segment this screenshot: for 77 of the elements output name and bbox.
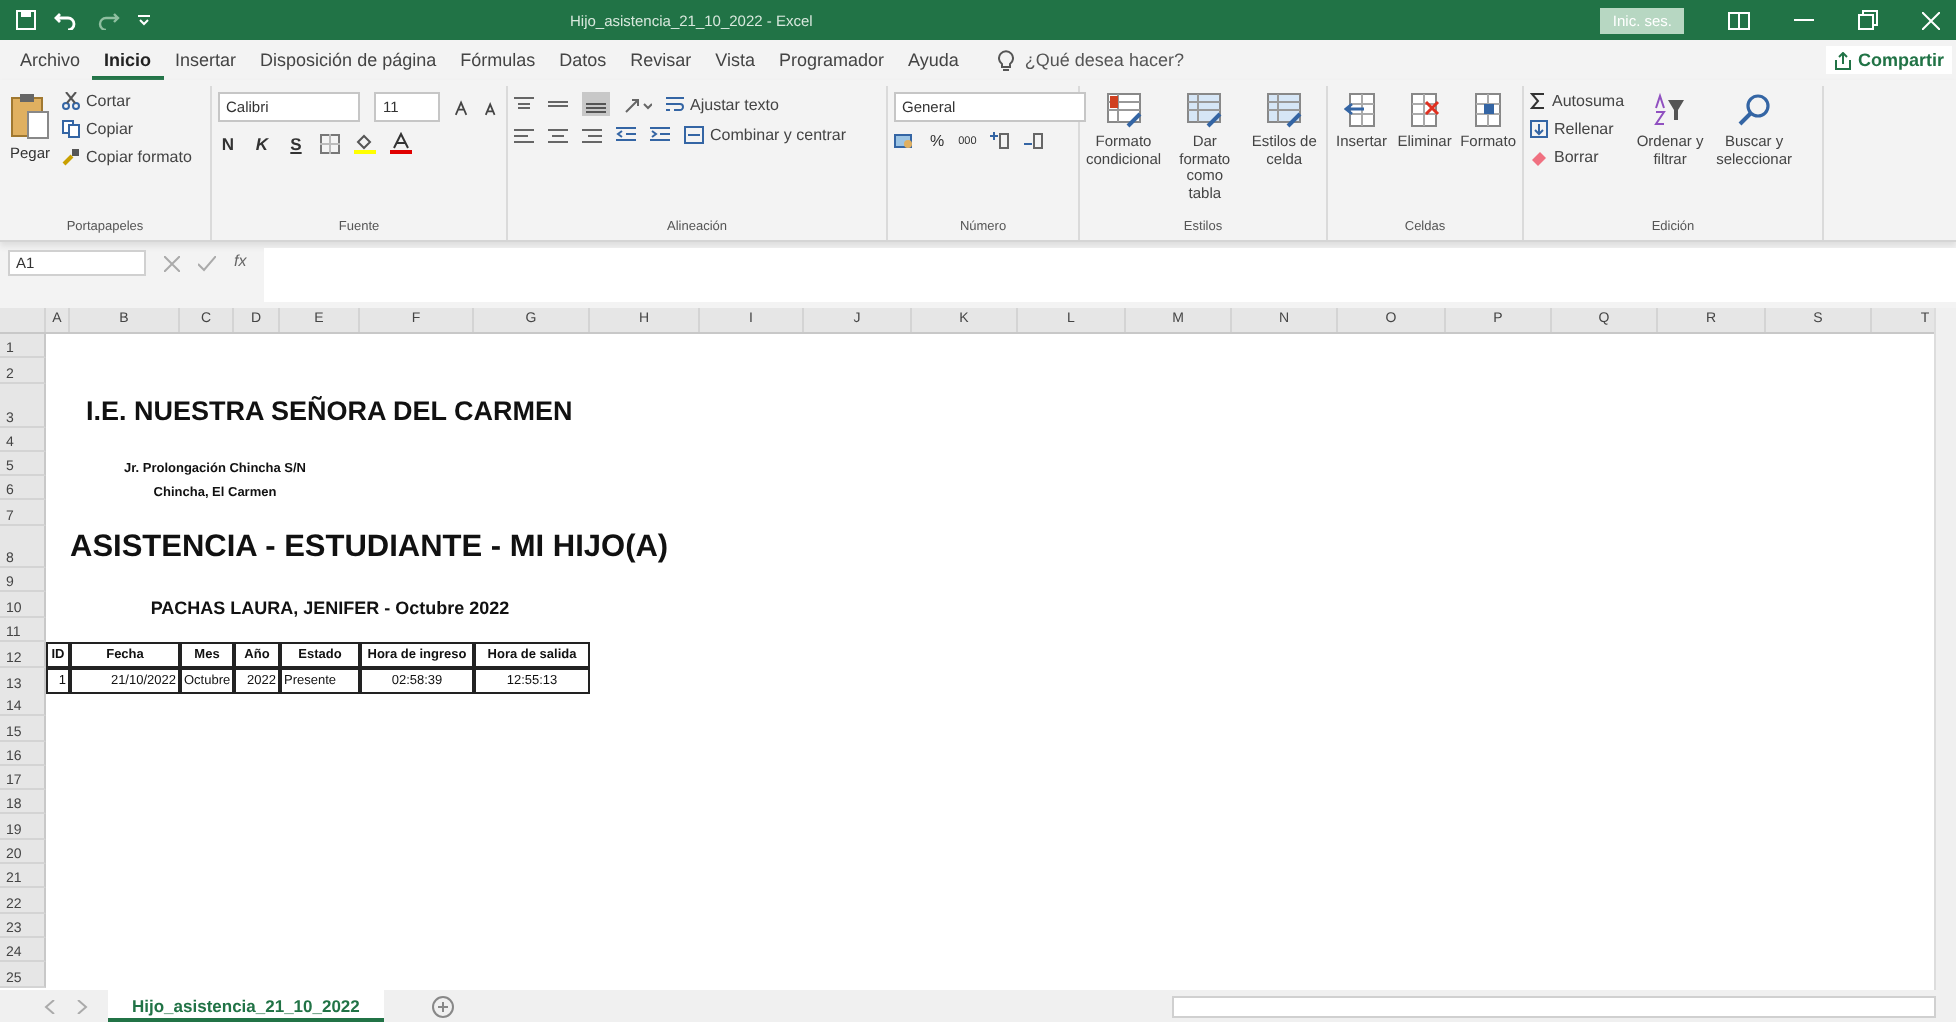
title-text: I.E. NUESTRA SEÑORA DEL CARMEN xyxy=(84,393,575,428)
bold-button[interactable]: N xyxy=(218,133,238,153)
ribbon-tab[interactable]: Programador xyxy=(767,40,897,80)
eraser-icon xyxy=(1530,148,1548,166)
align-bottom-icon[interactable] xyxy=(582,92,610,116)
align-left-icon[interactable] xyxy=(514,127,534,143)
orientation-icon[interactable] xyxy=(624,95,652,113)
share-button[interactable]: Compartir xyxy=(1825,46,1952,74)
ribbon-tab[interactable]: Fórmulas xyxy=(448,40,548,80)
sort-filter-icon xyxy=(1652,92,1689,128)
ribbon-tab[interactable]: Vista xyxy=(703,40,768,80)
cells-icon xyxy=(1343,92,1380,128)
insert-function-button[interactable]: fx xyxy=(234,252,247,270)
share-icon xyxy=(1833,51,1852,69)
copy-button[interactable]: Copiar xyxy=(62,120,192,138)
italic-button[interactable]: K xyxy=(252,133,272,153)
percent-button[interactable]: % xyxy=(930,132,945,150)
clipboard-icon xyxy=(10,92,50,140)
heading-text: ASISTENCIA - ESTUDIANTE - MI HIJO(A) xyxy=(70,527,671,568)
ribbon-tab[interactable]: Datos xyxy=(547,40,619,80)
format-painter-button[interactable]: Copiar formato xyxy=(62,148,192,166)
fill-color-icon[interactable] xyxy=(354,132,376,154)
close-icon[interactable] xyxy=(1922,11,1940,29)
paintbrush-icon xyxy=(62,148,80,166)
ribbon-tab[interactable]: Archivo xyxy=(8,40,93,80)
align-top-icon[interactable] xyxy=(514,95,534,113)
shrink-font-icon[interactable] xyxy=(484,98,500,116)
restore-icon[interactable] xyxy=(1858,10,1878,30)
sheet-tab[interactable]: Hijo_asistencia_21_10_2022 xyxy=(108,990,384,1022)
underline-button[interactable]: S xyxy=(286,133,306,153)
vertical-scrollbar[interactable] xyxy=(1934,308,1956,990)
fill-down-icon xyxy=(1530,120,1548,138)
currency-icon[interactable] xyxy=(894,132,916,150)
cut-button[interactable]: Cortar xyxy=(62,92,192,110)
grow-font-icon[interactable] xyxy=(454,98,471,116)
tell-me-field[interactable]: ¿Qué desea hacer? xyxy=(998,49,1245,71)
new-sheet-icon[interactable] xyxy=(431,995,454,1017)
table-style-icon xyxy=(1266,92,1303,128)
merge-cells-icon xyxy=(684,126,704,144)
search-icon xyxy=(1736,92,1773,128)
fill-button[interactable]: Rellenar xyxy=(1530,120,1625,138)
wrap-text-button[interactable]: Ajustar texto xyxy=(666,95,779,113)
copy-icon xyxy=(62,120,80,138)
decrease-indent-icon[interactable] xyxy=(616,126,636,144)
increase-indent-icon[interactable] xyxy=(650,126,670,144)
ribbon-tab[interactable]: Ayuda xyxy=(896,40,971,80)
redo-icon[interactable] xyxy=(96,10,120,30)
undo-icon[interactable] xyxy=(54,10,78,30)
scissors-icon xyxy=(62,92,80,110)
cells-icon xyxy=(1406,92,1443,128)
borders-icon[interactable] xyxy=(320,133,340,153)
align-center-icon[interactable] xyxy=(548,127,568,143)
merge-center-button[interactable]: Combinar y centrar xyxy=(684,126,847,144)
table-style-icon xyxy=(1186,92,1223,128)
caption-text: PACHAS LAURA, JENIFER - Octubre 2022 xyxy=(148,596,512,619)
wrap-text-icon xyxy=(666,95,684,113)
sigma-icon xyxy=(1530,92,1546,110)
table-style-icon xyxy=(1105,92,1142,128)
ribbon-tab[interactable]: Revisar xyxy=(618,40,704,80)
font-color-icon[interactable] xyxy=(390,132,412,154)
decrease-decimal-icon[interactable] xyxy=(1024,132,1045,150)
ribbon-tab[interactable]: Insertar xyxy=(163,40,249,80)
lightbulb-icon xyxy=(998,49,1015,71)
horizontal-scrollbar[interactable] xyxy=(1172,995,1936,1017)
increase-decimal-icon[interactable] xyxy=(990,132,1011,150)
clear-button[interactable]: Borrar xyxy=(1530,148,1625,166)
ribbon-display-icon[interactable] xyxy=(1728,11,1750,29)
align-right-icon[interactable] xyxy=(582,127,602,143)
minimize-icon[interactable] xyxy=(1794,18,1814,22)
check-icon[interactable] xyxy=(198,256,216,272)
customize-caret-icon[interactable] xyxy=(138,14,150,26)
autosum-button[interactable]: Autosuma xyxy=(1530,92,1625,110)
align-middle-icon[interactable] xyxy=(548,95,568,113)
save-icon[interactable] xyxy=(16,10,36,30)
ribbon-tab[interactable]: Disposición de página xyxy=(248,40,449,80)
formula-input[interactable] xyxy=(264,248,1956,302)
cells-icon xyxy=(1470,92,1507,128)
